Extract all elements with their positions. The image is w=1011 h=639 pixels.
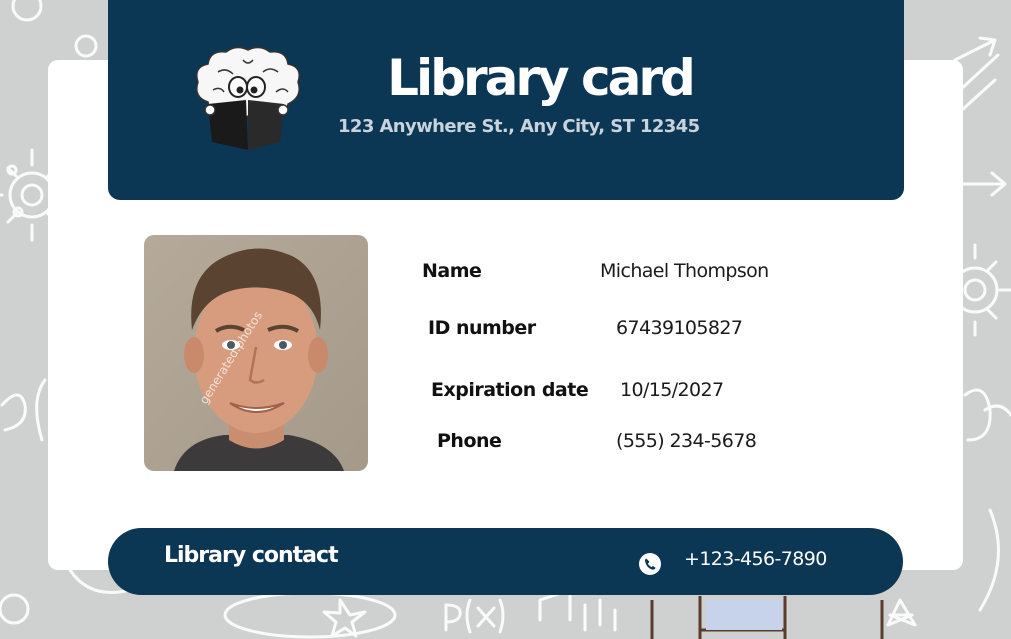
expiration-date-label: Expiration date: [431, 379, 589, 401]
phone-icon: [639, 553, 661, 575]
name-value: Michael Thompson: [600, 260, 769, 282]
library-contact-phone: +123-456-7890: [684, 548, 827, 570]
card-title: Library card: [387, 49, 696, 107]
phone-value: (555) 234-5678: [616, 430, 757, 452]
library-address: 123 Anywhere St., Any City, ST 12345: [338, 116, 700, 137]
brain-reading-book-icon: [196, 46, 300, 150]
expiration-date-value: 10/15/2027: [620, 379, 724, 401]
member-photo-image: generated.photos: [144, 235, 368, 471]
id-number-label: ID number: [428, 317, 536, 339]
phone-label: Phone: [437, 430, 502, 452]
id-number-value: 67439105827: [616, 317, 743, 339]
library-contact-label: Library contact: [164, 543, 339, 568]
member-photo: generated.photos: [144, 235, 368, 471]
name-label: Name: [422, 260, 482, 282]
